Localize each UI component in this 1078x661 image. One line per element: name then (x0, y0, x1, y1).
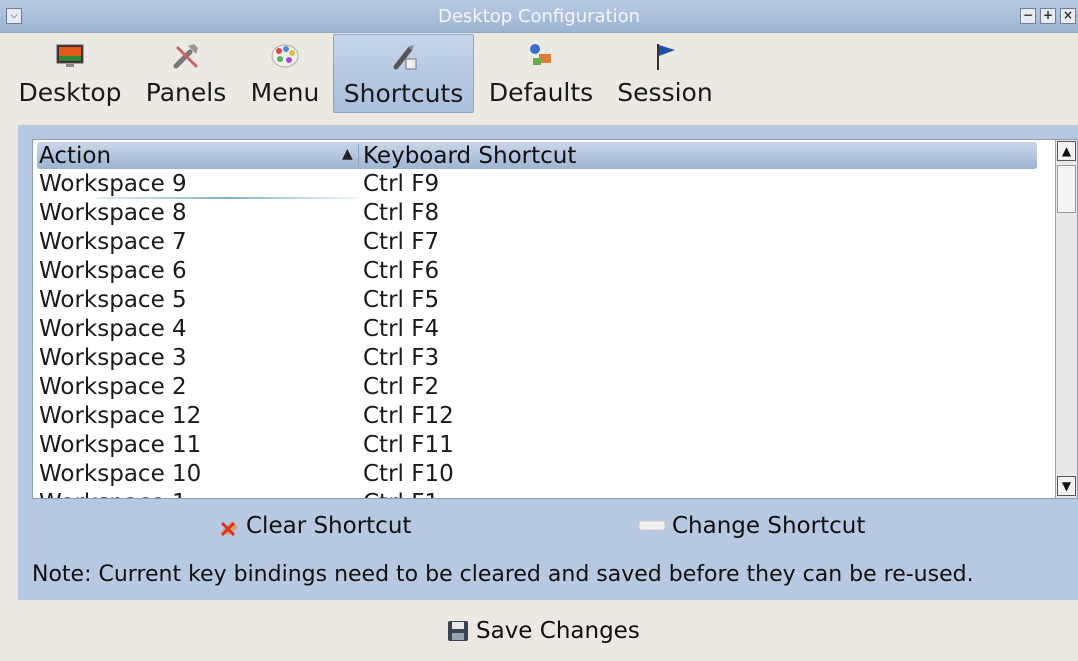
scroll-thumb[interactable] (1057, 165, 1076, 213)
action-cell: Workspace 5 (39, 287, 187, 313)
change-shortcut-button[interactable]: Change Shortcut (638, 513, 865, 539)
tab-label: Shortcuts (343, 79, 464, 108)
column-header-action[interactable]: Action (39, 143, 111, 169)
tab-label: Desktop (18, 78, 122, 107)
table-row[interactable]: Workspace 12 Ctrl F12 (37, 403, 1037, 432)
table-row[interactable]: Workspace 7 Ctrl F7 (37, 229, 1037, 258)
palette-icon (271, 44, 299, 68)
tab-desktop[interactable]: Desktop (18, 34, 122, 113)
action-cell: Workspace 3 (39, 345, 187, 371)
table-row[interactable]: Workspace 8 Ctrl F8 (37, 200, 1037, 229)
action-cell: Workspace 11 (39, 432, 202, 458)
shortcut-pen-icon (393, 45, 416, 70)
action-cell: Workspace 12 (39, 403, 202, 429)
sort-ascending-icon[interactable]: ▲ (342, 146, 353, 162)
table-row[interactable]: Workspace 6 Ctrl F6 (37, 258, 1037, 287)
table-row[interactable]: Workspace 3 Ctrl F3 (37, 345, 1037, 374)
tab-session[interactable]: Session (614, 34, 716, 113)
table-row[interactable]: Workspace 2 Ctrl F2 (37, 374, 1037, 403)
window-title: Desktop Configuration (437, 6, 641, 27)
table-row[interactable]: Workspace 11 Ctrl F11 (37, 432, 1037, 461)
column-separator (358, 144, 359, 167)
shortcut-list[interactable]: Action ▲ Keyboard Shortcut Workspace 9 C… (32, 139, 1078, 499)
table-row[interactable]: Workspace 4 Ctrl F4 (37, 316, 1037, 345)
list-header: Action ▲ Keyboard Shortcut (37, 142, 1037, 169)
tab-label: Session (617, 78, 713, 107)
eraser-icon (220, 521, 238, 537)
scroll-up-icon[interactable]: ▲ (1057, 141, 1076, 161)
action-cell: Workspace 1 (39, 490, 187, 498)
shortcut-cell: Ctrl F4 (363, 316, 440, 342)
title-bar[interactable]: ⌵ Desktop Configuration − + × (0, 0, 1078, 33)
tools-icon (173, 44, 198, 69)
tab-label: Panels (145, 78, 227, 107)
keyboard-key-icon (638, 520, 666, 531)
note-text: Note: Current key bindings need to be cl… (32, 562, 974, 587)
action-cell: Workspace 7 (39, 229, 187, 255)
maximize-icon[interactable]: + (1040, 8, 1056, 24)
clear-shortcut-label: Clear Shortcut (246, 513, 412, 539)
shortcut-cell: Ctrl F12 (363, 403, 454, 429)
table-row[interactable]: Workspace 9 Ctrl F9 (37, 171, 1037, 200)
apps-icon (530, 44, 551, 65)
flag-icon (657, 44, 675, 70)
action-cell: Workspace 6 (39, 258, 187, 284)
close-icon[interactable]: × (1060, 8, 1076, 24)
shortcuts-panel: Action ▲ Keyboard Shortcut Workspace 9 C… (18, 125, 1078, 600)
scroll-down-icon[interactable]: ▼ (1057, 476, 1076, 496)
action-cell: Workspace 2 (39, 374, 187, 400)
vertical-scrollbar[interactable]: ▲ ▼ (1055, 140, 1077, 498)
category-toolbar: Desktop Panels Menu Shortcuts Defaults S… (0, 34, 1078, 114)
action-cell: Workspace 8 (39, 200, 187, 226)
clear-shortcut-button[interactable]: Clear Shortcut (216, 513, 411, 539)
tab-shortcuts[interactable]: Shortcuts (333, 34, 474, 113)
table-row[interactable]: Workspace 5 Ctrl F5 (37, 287, 1037, 316)
tab-panels[interactable]: Panels (143, 34, 229, 113)
shortcut-cell: Ctrl F11 (363, 432, 454, 458)
minimize-icon[interactable]: − (1020, 8, 1036, 24)
column-header-shortcut[interactable]: Keyboard Shortcut (363, 143, 576, 169)
save-changes-button[interactable]: Save Changes (446, 618, 640, 644)
table-row[interactable]: Workspace 10 Ctrl F10 (37, 461, 1037, 490)
tab-label: Menu (250, 78, 320, 107)
shortcut-cell: Ctrl F10 (363, 461, 454, 487)
tab-menu[interactable]: Menu (246, 34, 324, 113)
shortcut-cell: Ctrl F2 (363, 374, 440, 400)
tab-label: Defaults (488, 78, 594, 107)
shortcut-cell: Ctrl F9 (363, 171, 440, 197)
table-row[interactable]: Workspace 1 Ctrl F1 (37, 490, 1037, 498)
tab-defaults[interactable]: Defaults (487, 34, 595, 113)
shortcut-cell: Ctrl F3 (363, 345, 440, 371)
action-cell: Workspace 10 (39, 461, 202, 487)
shortcut-cell: Ctrl F8 (363, 200, 440, 226)
save-changes-label: Save Changes (476, 618, 640, 644)
shortcut-cell: Ctrl F6 (363, 258, 440, 284)
shortcut-cell: Ctrl F7 (363, 229, 440, 255)
focus-underline (97, 197, 357, 199)
floppy-disk-icon (448, 621, 468, 641)
shortcut-cell: Ctrl F5 (363, 287, 440, 313)
shortcut-cell: Ctrl F1 (363, 490, 439, 498)
change-shortcut-label: Change Shortcut (672, 513, 866, 539)
action-cell: Workspace 4 (39, 316, 187, 342)
action-cell: Workspace 9 (39, 171, 187, 197)
desktop-icon (56, 44, 84, 67)
